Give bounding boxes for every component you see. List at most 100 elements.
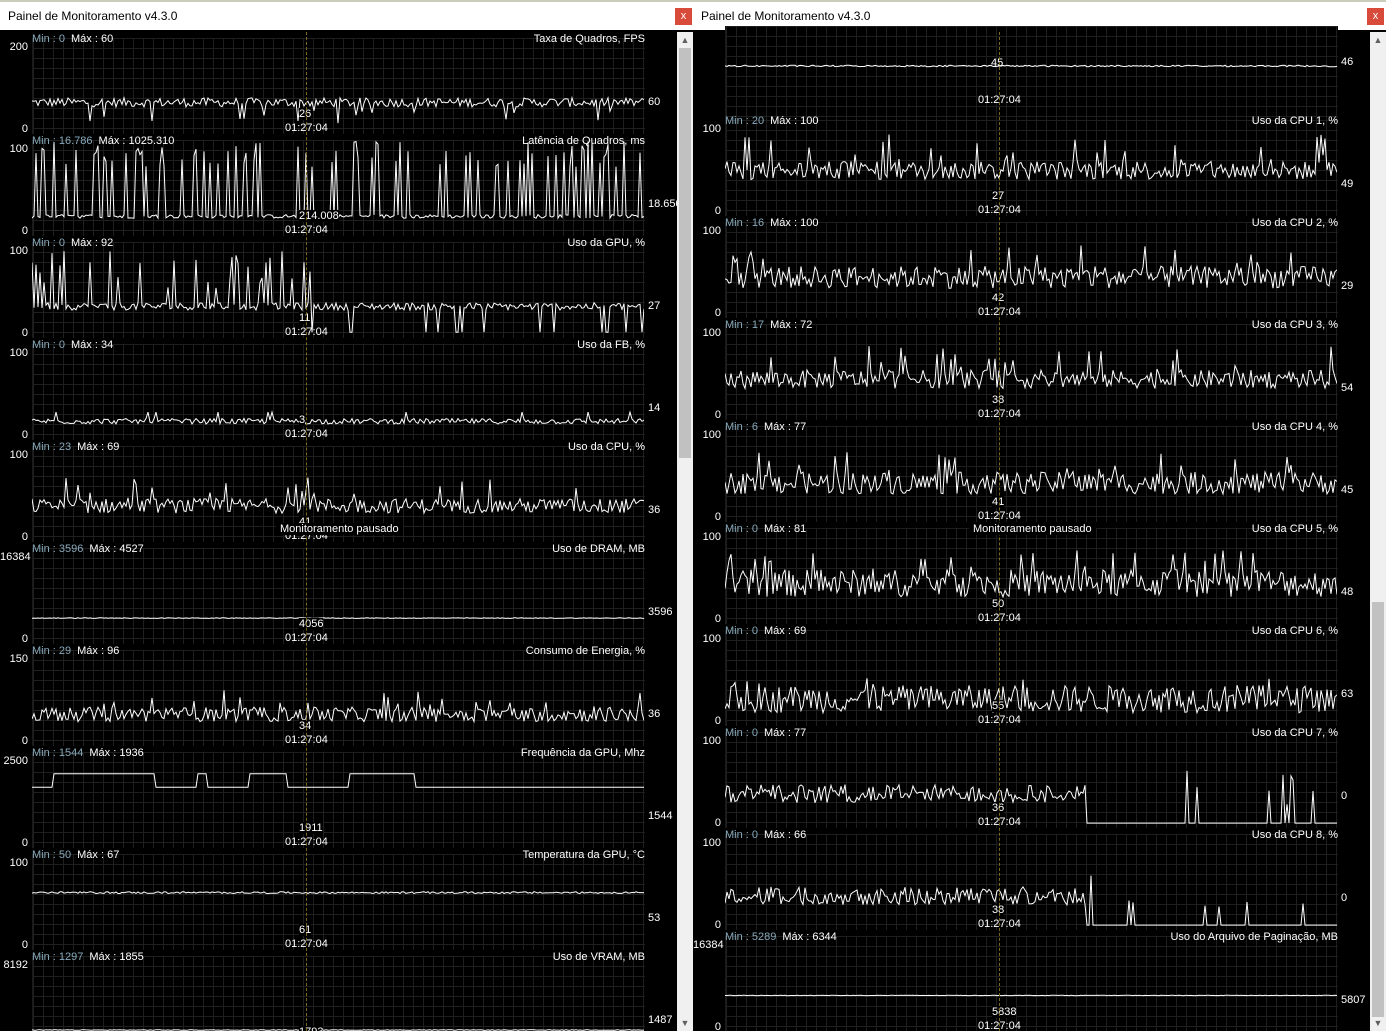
left-scroll-thumb[interactable] xyxy=(679,48,691,458)
pagefile-series xyxy=(725,994,1337,997)
cpu8-series xyxy=(725,875,1337,926)
cpu-usage-label: Uso da CPU, % xyxy=(567,441,645,453)
right-window-title: Painel de Monitoramento v4.3.0 xyxy=(701,9,871,23)
cpu3-label: Uso da CPU 3, % xyxy=(1251,319,1338,331)
cpu2-max: Máx : 100 xyxy=(770,217,819,229)
right-panel-cpu5: 100 0 Min : 0 Máx : 81 Uso da CPU 5, % 50 48 01… xyxy=(693,522,1370,625)
gpu-temp-series xyxy=(32,891,644,895)
fb-usage-cursor-value: 3 xyxy=(299,414,306,426)
frame-latency-cursor-value: 214.008 xyxy=(299,210,339,222)
cpu8-label: Uso da CPU 8, % xyxy=(1251,829,1338,841)
cpu4-y-max: 100 xyxy=(702,429,721,441)
power-min-max: Min : 29 Máx : 96 xyxy=(32,645,119,657)
cpu7-current-value: 0 xyxy=(1341,790,1348,802)
gpu-usage-series xyxy=(32,251,644,333)
frame-rate-current-value: 60 xyxy=(648,96,661,108)
gpu-clock-label: Frequência da GPU, Mhz xyxy=(520,747,645,759)
left-monitor-window: Painel de Monitoramento v4.3.0 x 200 0 Min… xyxy=(0,0,693,1031)
right-panel-cpu6: 100 0 Min : 0 Máx : 69 Uso da CPU 6, % 55 63 01… xyxy=(693,624,1370,727)
left-window-title: Painel de Monitoramento v4.3.0 xyxy=(8,9,178,23)
gpu-usage-current-value: 27 xyxy=(648,300,661,312)
dram-usage-series xyxy=(32,617,644,619)
left-paused-label: Monitoramento pausado xyxy=(276,523,403,535)
right-scrollbar[interactable]: ▲ ▼ xyxy=(1370,32,1386,1031)
cpu7-min-max: Min : 0 Máx : 77 xyxy=(725,727,806,739)
frame-latency-min: Min : 16.786 xyxy=(32,135,93,147)
left-panel-frame-latency: 100 0 Min : 16.786 Máx : 1025.310 Latência d… xyxy=(0,134,682,237)
cpu2-y-max: 100 xyxy=(702,225,721,237)
left-close-button[interactable]: x xyxy=(675,8,692,25)
cpu-usage-min: Min : 23 xyxy=(32,441,72,453)
gpu-usage-max: Máx : 92 xyxy=(71,237,114,249)
left-panel-fb-usage: 100 0 Min : 0 Máx : 34 Uso da FB, % 3 14 01:27:… xyxy=(0,338,677,441)
cpu-usage-current-value: 36 xyxy=(648,504,661,516)
pagefile-max: Máx : 6344 xyxy=(782,931,837,943)
right-close-button[interactable]: x xyxy=(1367,8,1384,25)
left-title-bar[interactable]: Painel de Monitoramento v4.3.0 x xyxy=(0,0,693,30)
cpu3-y-max: 100 xyxy=(702,327,721,339)
left-scrollbar[interactable]: ▲ ▼ xyxy=(677,32,693,1031)
fb-usage-min-max: Min : 0 Máx : 34 xyxy=(32,339,113,351)
cpu6-label: Uso da CPU 6, % xyxy=(1251,625,1338,637)
power-series xyxy=(32,690,644,724)
right-monitor-window: Painel de Monitoramento v4.3.0 x 45 46 0… xyxy=(693,0,1386,1031)
dram-usage-min-max: Min : 3596 Máx : 4527 xyxy=(32,543,144,555)
gpu-clock-y-max: 2500 xyxy=(3,755,28,767)
gpu-clock-max: Máx : 1936 xyxy=(89,747,144,759)
cpu1-min: Min : 20 xyxy=(725,115,765,127)
cpu-usage-max: Máx : 69 xyxy=(77,441,120,453)
power-max: Máx : 96 xyxy=(77,645,120,657)
panel-top-current-value: 46 xyxy=(1341,56,1354,68)
cpu2-series xyxy=(725,245,1337,289)
pagefile-min: Min : 5289 xyxy=(725,931,777,943)
cpu-usage-y-max: 100 xyxy=(9,449,28,461)
cpu7-min: Min : 0 xyxy=(725,727,759,739)
left-panel-frame-rate: 200 0 Min : 0 Máx : 60 Taxa de Quadros, FPS 2… xyxy=(0,32,677,135)
cpu7-series xyxy=(725,770,1337,824)
pagefile-min-max: Min : 5289 Máx : 6344 xyxy=(725,931,837,943)
cpu1-max: Máx : 100 xyxy=(770,115,819,127)
cpu5-label: Uso da CPU 5, % xyxy=(1251,523,1338,535)
cpu3-min-max: Min : 17 Máx : 72 xyxy=(725,319,812,331)
cpu1-min-max: Min : 20 Máx : 100 xyxy=(725,115,818,127)
power-y-max: 150 xyxy=(9,653,28,665)
vram-usage-current-value: 1487 xyxy=(648,1014,673,1026)
cpu3-min: Min : 17 xyxy=(725,319,765,331)
gpu-temp-max: Máx : 67 xyxy=(77,849,120,861)
right-panel-cpu1: 100 0 Min : 20 Máx : 100 Uso da CPU 1, % 27 49… xyxy=(693,114,1370,217)
pagefile-current-value: 5807 xyxy=(1341,994,1366,1006)
left-panel-vram-usage: 8192 Min : 1297 Máx : 1855 Uso de VRAM, MB 1… xyxy=(0,950,677,1031)
cpu6-min-max: Min : 0 Máx : 69 xyxy=(725,625,806,637)
right-scroll-down-icon[interactable]: ▼ xyxy=(1370,1015,1386,1031)
panel-top-series xyxy=(725,64,1337,68)
cpu5-max: Máx : 81 xyxy=(764,523,807,535)
gpu-clock-series xyxy=(32,773,644,788)
right-panel-cpu2: 100 0 Min : 16 Máx : 100 Uso da CPU 2, % 42 29… xyxy=(693,216,1370,319)
right-scroll-thumb[interactable] xyxy=(1372,602,1384,1017)
frame-rate-min: Min : 0 xyxy=(32,33,66,45)
gpu-temp-label: Temperatura da GPU, °C xyxy=(522,849,645,861)
cpu6-y-max: 100 xyxy=(702,633,721,645)
power-label: Consumo de Energia, % xyxy=(525,645,645,657)
cpu8-min: Min : 0 xyxy=(725,829,759,841)
fb-usage-current-value: 14 xyxy=(648,402,661,414)
left-scroll-down-icon[interactable]: ▼ xyxy=(677,1015,693,1031)
right-panel-pagefile: 16384 0 Min : 5289 Máx : 6344 Uso do Arquivo… xyxy=(693,930,1370,1031)
cpu8-current-value: 0 xyxy=(1341,892,1348,904)
cpu1-current-value: 49 xyxy=(1341,178,1354,190)
cpu6-min: Min : 0 xyxy=(725,625,759,637)
gpu-temp-min-max: Min : 50 Máx : 67 xyxy=(32,849,119,861)
left-scroll-up-icon[interactable]: ▲ xyxy=(677,32,693,48)
right-scroll-up-icon[interactable]: ▲ xyxy=(1370,32,1386,48)
fb-usage-y-max: 100 xyxy=(9,347,28,359)
dram-usage-min: Min : 3596 xyxy=(32,543,84,555)
gpu-clock-cursor-value: 1911 xyxy=(299,822,323,834)
gpu-clock-min-max: Min : 1544 Máx : 1936 xyxy=(32,747,144,759)
pagefile-cursor-value: 5838 xyxy=(992,1006,1017,1018)
cpu7-y-max: 100 xyxy=(702,735,721,747)
frame-rate-max: Máx : 60 xyxy=(71,33,114,45)
dram-usage-max: Máx : 4527 xyxy=(89,543,144,555)
vram-usage-series xyxy=(32,1029,644,1031)
dram-usage-label: Uso de DRAM, MB xyxy=(552,543,645,555)
cpu8-max: Máx : 66 xyxy=(764,829,807,841)
